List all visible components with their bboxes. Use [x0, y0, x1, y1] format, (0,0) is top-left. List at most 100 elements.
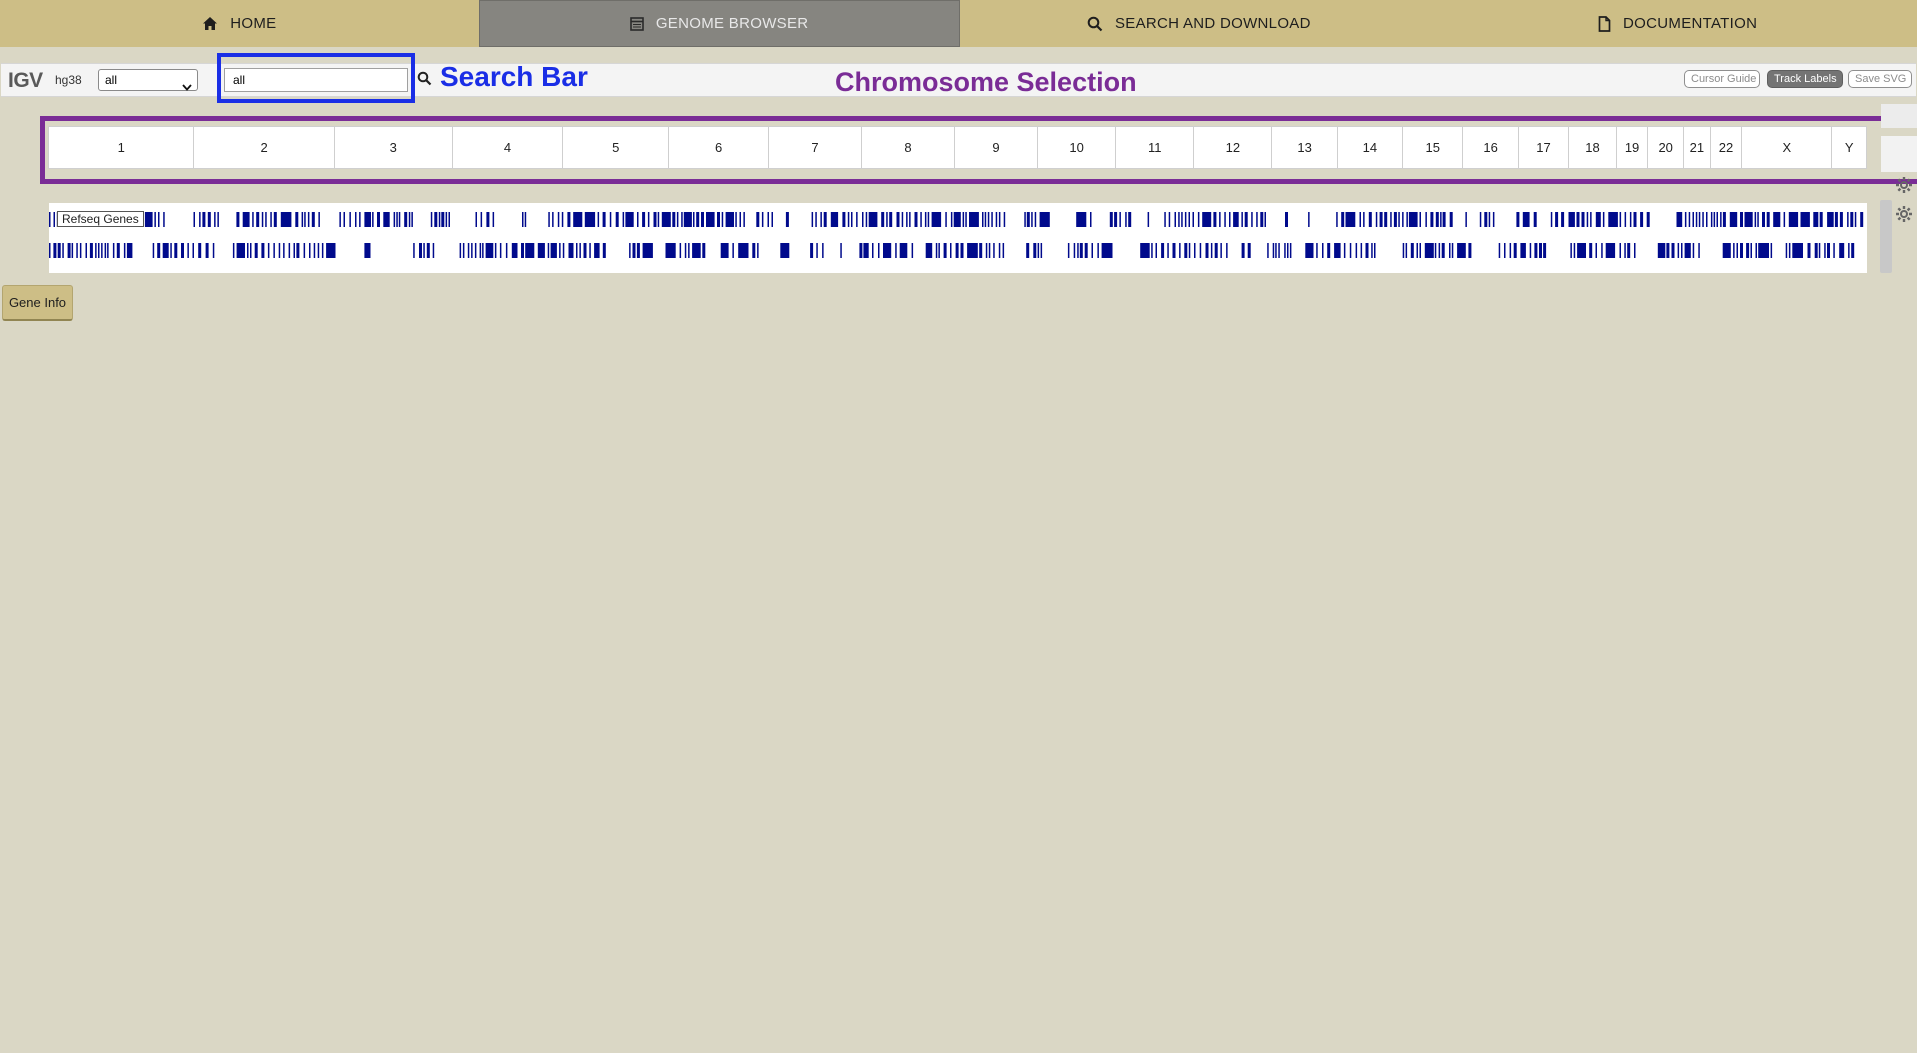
- gene-feature: [987, 212, 990, 227]
- gene-feature: [1755, 243, 1757, 258]
- gene-feature: [311, 212, 315, 227]
- gene-feature: [1555, 212, 1559, 227]
- gene-feature: [1219, 212, 1221, 227]
- gene-feature: [1398, 212, 1400, 227]
- gene-feature: [317, 243, 320, 258]
- gene-feature: [717, 212, 720, 227]
- gene-feature: [326, 243, 336, 258]
- gene-feature: [250, 243, 252, 258]
- gene-feature: [823, 212, 827, 227]
- gene-feature: [1419, 212, 1421, 227]
- gene-feature: [1002, 243, 1005, 258]
- gene-feature: [162, 243, 169, 258]
- gene-feature: [1757, 212, 1759, 227]
- cursor-guide-button[interactable]: Cursor Guide: [1684, 70, 1760, 88]
- gene-feature: [965, 212, 967, 227]
- gene-feature: [1260, 212, 1264, 227]
- track-labels-button[interactable]: Track Labels: [1767, 70, 1843, 88]
- gene-feature: [702, 243, 706, 258]
- gene-feature: [998, 212, 1001, 227]
- gear-icon[interactable]: [1895, 205, 1913, 228]
- gene-feature: [568, 243, 574, 258]
- gene-feature: [423, 243, 425, 258]
- gene-feature: [1750, 243, 1752, 258]
- gene-feature: [950, 243, 952, 258]
- gene-feature: [1758, 243, 1769, 258]
- gene-feature: [984, 212, 987, 227]
- gene-feature: [771, 212, 773, 227]
- gene-feature: [1241, 212, 1243, 227]
- gene-feature: [811, 212, 814, 227]
- gene-feature: [1698, 243, 1700, 258]
- gene-feature: [732, 243, 734, 258]
- chromosome-dropdown[interactable]: all: [98, 69, 198, 91]
- chromosome-selection-highlight: [40, 116, 1917, 184]
- gene-feature: [430, 212, 433, 227]
- track-scrollbar[interactable]: [1880, 200, 1892, 273]
- gene-feature: [1375, 212, 1378, 227]
- gene-feature: [647, 212, 650, 227]
- gene-feature: [632, 243, 636, 258]
- gene-feature: [881, 212, 885, 227]
- gene-feature: [1513, 243, 1517, 258]
- gene-feature: [1128, 212, 1132, 227]
- nav-home[interactable]: HOME: [0, 0, 479, 47]
- gene-feature: [1676, 212, 1683, 227]
- gene-feature: [152, 243, 155, 258]
- gene-feature: [1624, 212, 1627, 227]
- gene-feature: [906, 212, 908, 227]
- gene-feature: [851, 212, 853, 227]
- gear-icon[interactable]: [1895, 176, 1913, 199]
- gene-feature: [1695, 212, 1698, 227]
- gene-feature: [1492, 212, 1495, 227]
- gene-feature: [1850, 212, 1854, 227]
- gene-feature: [665, 243, 676, 258]
- gene-feature: [144, 212, 153, 227]
- gene-feature: [706, 212, 715, 227]
- gene-feature: [979, 243, 983, 258]
- gene-feature: [1147, 212, 1150, 227]
- gene-feature: [198, 243, 202, 258]
- gene-feature: [1390, 212, 1392, 227]
- nav-search-download[interactable]: SEARCH AND DOWNLOAD: [960, 0, 1439, 47]
- gene-feature: [441, 212, 445, 227]
- gene-feature: [372, 212, 374, 227]
- nav-genome-browser[interactable]: GENOME BROWSER: [478, 0, 960, 47]
- nav-documentation[interactable]: DOCUMENTATION: [1438, 0, 1917, 47]
- gene-feature: [1813, 212, 1819, 227]
- gene-feature: [343, 212, 345, 227]
- gene-feature: [862, 212, 864, 227]
- gene-feature: [1733, 243, 1735, 258]
- gene-info-button[interactable]: Gene Info: [2, 285, 73, 321]
- gene-feature: [1722, 243, 1731, 258]
- gene-feature: [1184, 243, 1188, 258]
- side-panel-tab: [1881, 104, 1917, 128]
- gene-feature: [820, 212, 822, 227]
- gene-feature: [636, 243, 640, 258]
- gene-feature: [1468, 243, 1472, 258]
- gene-feature: [521, 243, 524, 258]
- gene-feature: [505, 243, 508, 258]
- gene-feature: [236, 212, 240, 227]
- save-svg-button[interactable]: Save SVG: [1848, 70, 1912, 88]
- search-icon[interactable]: [417, 71, 432, 91]
- gene-feature: [584, 212, 596, 227]
- gene-features: [49, 212, 1864, 258]
- gene-feature: [76, 243, 78, 258]
- gene-feature: [1818, 243, 1821, 258]
- gene-feature: [525, 243, 535, 258]
- gene-feature: [559, 243, 561, 258]
- gene-feature: [1671, 243, 1675, 258]
- nav-search-download-label: SEARCH AND DOWNLOAD: [1115, 15, 1311, 32]
- gene-feature: [1026, 212, 1030, 227]
- gene-feature: [1229, 212, 1231, 227]
- gene-feature: [1710, 212, 1713, 227]
- gene-feature: [681, 212, 683, 227]
- gene-feature: [1379, 212, 1383, 227]
- gene-feature: [1860, 212, 1864, 227]
- gene-feature: [985, 243, 988, 258]
- gene-feature: [597, 212, 600, 227]
- gene-feature: [396, 212, 398, 227]
- gene-feature: [1716, 212, 1718, 227]
- gene-feature: [1178, 212, 1180, 227]
